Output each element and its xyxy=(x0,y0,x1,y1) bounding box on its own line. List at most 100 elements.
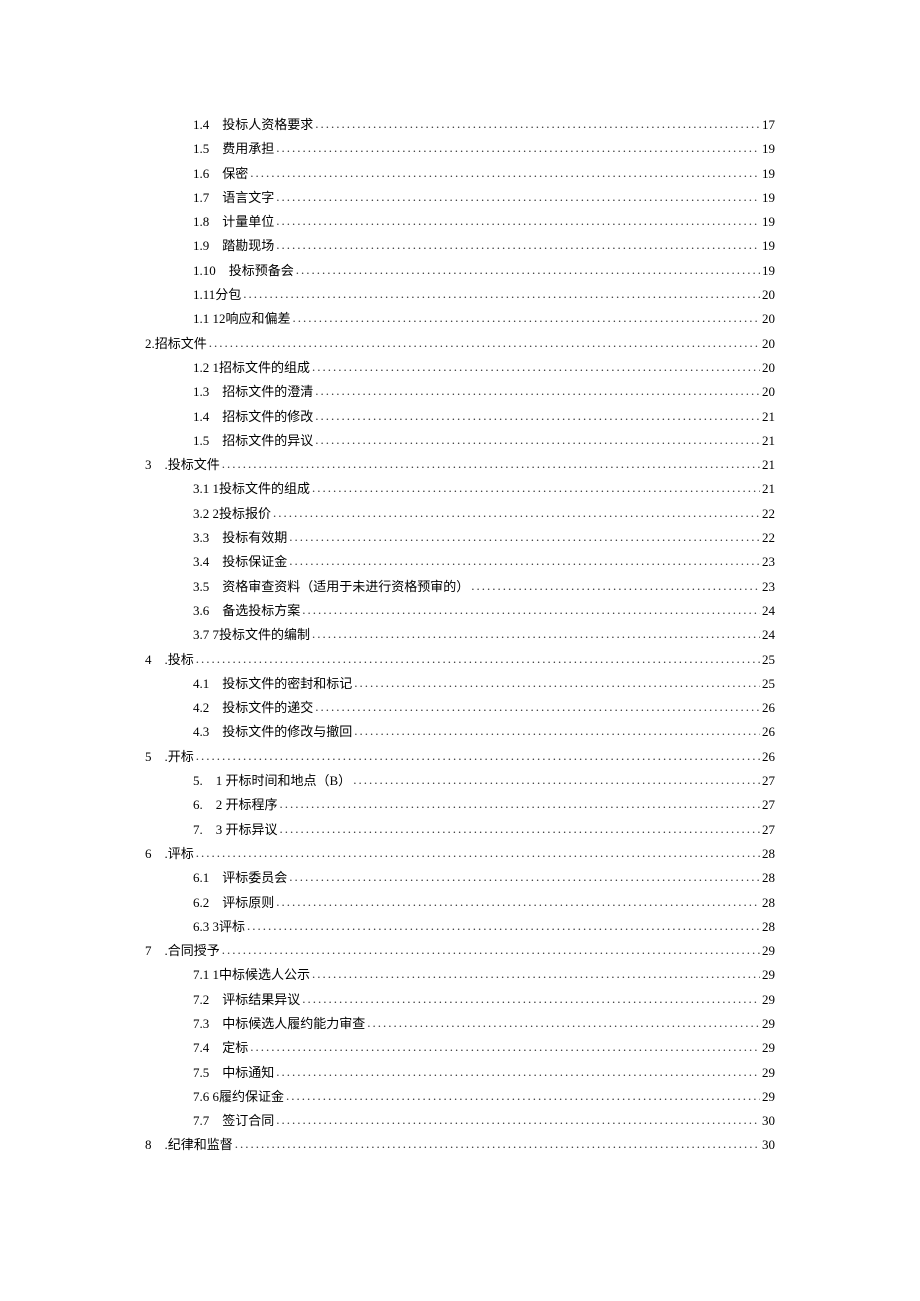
toc-leader-dots xyxy=(312,360,760,373)
toc-entry-gap xyxy=(209,604,222,617)
toc-leader-dots xyxy=(222,943,760,956)
toc-entry: 3.4 投标保证金23 xyxy=(145,555,775,568)
toc-entry-page: 29 xyxy=(762,993,775,1006)
toc-entry-title: 合同授予 xyxy=(168,943,220,958)
toc-entry-gap xyxy=(209,871,222,884)
toc-entry-page: 24 xyxy=(762,628,775,641)
toc-entry-number: 7.5 xyxy=(193,1066,209,1079)
toc-entry-number: 1.5 xyxy=(193,434,209,447)
toc-entry-number: 3.6 xyxy=(193,604,209,617)
toc-leader-dots xyxy=(250,1040,760,1053)
toc-entry-title: 2 开标程序 xyxy=(216,797,278,812)
toc-entry-gap xyxy=(209,580,222,593)
toc-entry: 6.3 3 评标28 xyxy=(145,920,775,933)
toc-entry-page: 29 xyxy=(762,1066,775,1079)
toc-entry-gap xyxy=(203,774,216,787)
toc-entry: 2.招标文件20 xyxy=(145,337,775,350)
toc-entry-page: 17 xyxy=(762,118,775,131)
toc-entry-title: 投标 xyxy=(168,652,194,667)
toc-leader-dots xyxy=(312,481,760,494)
toc-entry-page: 21 xyxy=(762,410,775,423)
toc-leader-dots xyxy=(276,895,760,908)
toc-entry-label: 3 .投标文件 xyxy=(145,458,220,471)
toc-entry-page: 29 xyxy=(762,944,775,957)
toc-entry-title: 1 开标时间和地点（B） xyxy=(216,773,351,788)
toc-leader-dots xyxy=(315,409,760,422)
toc-entry: 1.6 保密19 xyxy=(145,167,775,180)
toc-leader-dots xyxy=(353,773,760,786)
toc-entry-title: 投标文件的递交 xyxy=(222,700,313,715)
toc-entry-title: 投标文件 xyxy=(168,457,220,472)
toc-leader-dots xyxy=(289,554,760,567)
toc-leader-dots xyxy=(312,967,760,980)
toc-entry-gap xyxy=(209,725,222,738)
toc-entry-label: 3.4 投标保证金 xyxy=(193,555,287,568)
toc-leader-dots xyxy=(471,579,760,592)
toc-entry: 5 .开标26 xyxy=(145,750,775,763)
toc-entry-title: 招标文件的异议 xyxy=(222,433,313,448)
toc-entry-title: 投标文件的编制 xyxy=(219,627,310,642)
toc-entry-number: 6. xyxy=(193,798,203,811)
toc-entry-title: 投标有效期 xyxy=(222,530,287,545)
toc-entry-page: 19 xyxy=(762,215,775,228)
toc-leader-dots xyxy=(302,603,760,616)
toc-entry-number: 3.3 xyxy=(193,531,209,544)
toc-entry-number: 6.1 xyxy=(193,871,209,884)
toc-leader-dots xyxy=(276,238,760,251)
toc-entry: 6 .评标28 xyxy=(145,847,775,860)
toc-entry-title: 评标 xyxy=(219,919,245,934)
toc-leader-dots xyxy=(354,724,760,737)
toc-entry-number: 1.5 xyxy=(193,142,209,155)
toc-entry-title: 开标 xyxy=(168,749,194,764)
toc-entry-title: 中标通知 xyxy=(222,1065,274,1080)
toc-entry-page: 19 xyxy=(762,191,775,204)
toc-entry-gap xyxy=(209,1066,222,1079)
toc-entry: 8 .纪律和监督30 xyxy=(145,1138,775,1151)
toc-entry-gap: . xyxy=(152,653,168,666)
toc-entry: 3.2 2 投标报价22 xyxy=(145,507,775,520)
toc-entry-label: 7.4 定标 xyxy=(193,1041,248,1054)
toc-entry-label: 1.6 保密 xyxy=(193,167,248,180)
toc-entry-page: 26 xyxy=(762,701,775,714)
toc-entry-page: 28 xyxy=(762,896,775,909)
toc-leader-dots xyxy=(280,822,760,835)
toc-leader-dots xyxy=(354,676,760,689)
toc-entry-page: 26 xyxy=(762,725,775,738)
toc-entry: 1.9 踏勘现场19 xyxy=(145,239,775,252)
toc-entry-label: 7. 3 开标异议 xyxy=(193,823,278,836)
toc-entry-title: 响应和偏差 xyxy=(226,311,291,326)
toc-entry: 1.5 招标文件的异议21 xyxy=(145,434,775,447)
toc-entry-page: 20 xyxy=(762,288,775,301)
toc-entry-title: 投标人资格要求 xyxy=(222,117,313,132)
toc-entry: 1.4 招标文件的修改 21 xyxy=(145,410,775,423)
toc-entry: 7.5 中标通知 29 xyxy=(145,1066,775,1079)
toc-entry-page: 27 xyxy=(762,823,775,836)
toc-entry: 6.1 评标委员会28 xyxy=(145,871,775,884)
toc-entry-number: 1.4 xyxy=(193,410,209,423)
toc-entry-number: 3.7 7 xyxy=(193,628,219,641)
toc-entry-title: 定标 xyxy=(222,1040,248,1055)
toc-entry: 3.1 1 投标文件的组成21 xyxy=(145,482,775,495)
toc-entry-label: 8 .纪律和监督 xyxy=(145,1138,233,1151)
toc-entry-gap xyxy=(209,896,222,909)
toc-entry-number: 7.2 xyxy=(193,993,209,1006)
toc-entry-label: 7.5 中标通知 xyxy=(193,1066,274,1079)
toc-entry-page: 24 xyxy=(762,604,775,617)
toc-entry-title: 踏勘现场 xyxy=(222,238,274,253)
toc-entry-label: 4.1 投标文件的密封和标记 xyxy=(193,677,352,690)
toc-entry-title: 招标文件的组成 xyxy=(219,360,310,375)
toc-entry-number: 4.2 xyxy=(193,701,209,714)
toc-entry: 4 .投标25 xyxy=(145,653,775,666)
toc-entry-gap xyxy=(216,264,229,277)
toc-entry-number: 7.3 xyxy=(193,1017,209,1030)
toc-entry-label: 7.3 中标候选人履约能力审查 xyxy=(193,1017,365,1030)
toc-entry-gap xyxy=(209,677,222,690)
toc-entry: 7.6 6 履约保证金29 xyxy=(145,1090,775,1103)
toc-entry-title: 评标结果异议 xyxy=(222,992,300,1007)
toc-entry-title: 评标委员会 xyxy=(222,870,287,885)
toc-leader-dots xyxy=(276,190,760,203)
toc-entry: 1.3 招标文件的澄清20 xyxy=(145,385,775,398)
toc-entry-title: 招标文件的修改 xyxy=(222,409,313,424)
toc-leader-dots xyxy=(315,117,760,130)
toc-entry-number: 4.1 xyxy=(193,677,209,690)
